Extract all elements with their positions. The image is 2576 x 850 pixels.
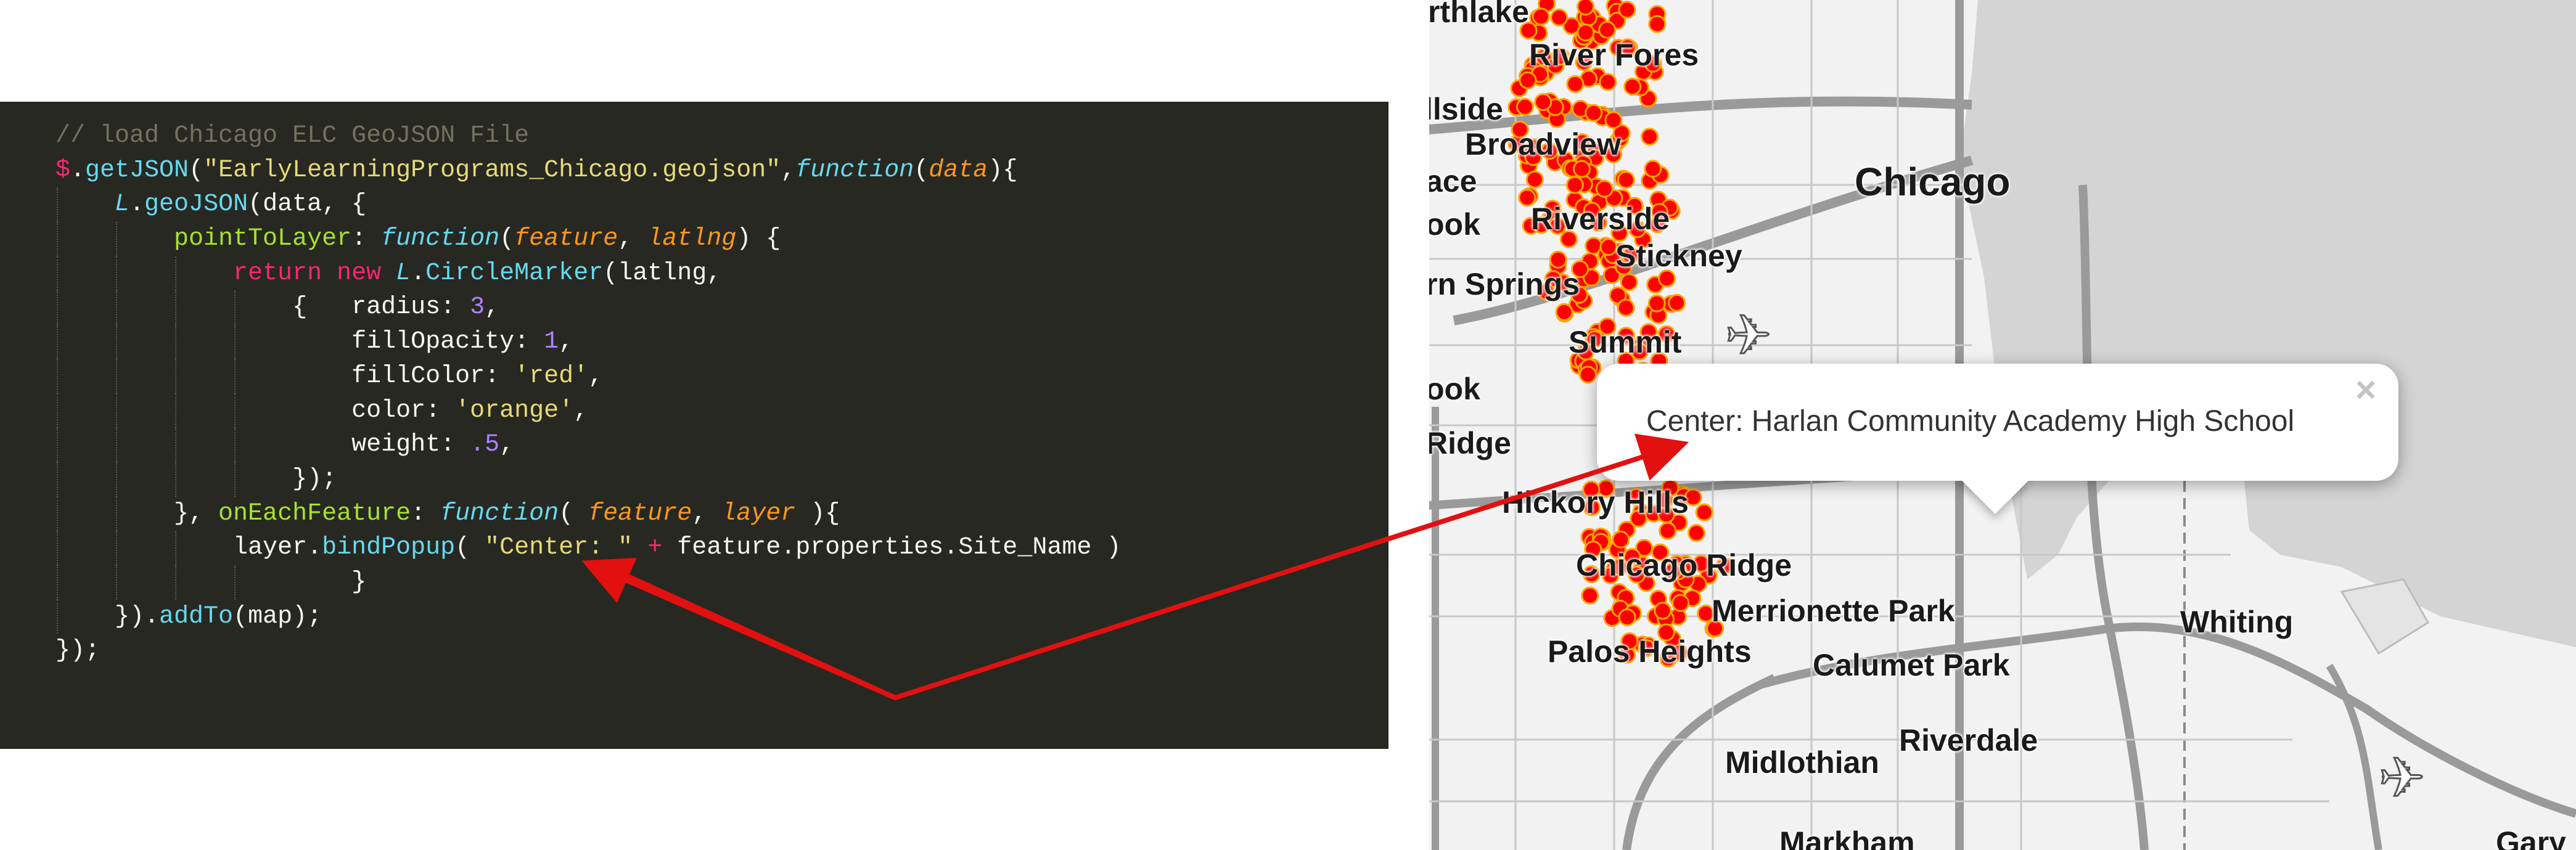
- place-label: Stickney: [1615, 239, 1742, 273]
- code-line-8: fillColor: 'red',: [55, 359, 1388, 394]
- circle-marker[interactable]: [1618, 1, 1636, 19]
- place-label: Calumet Park: [1813, 648, 2010, 682]
- circle-marker[interactable]: [1612, 530, 1630, 549]
- circle-marker[interactable]: [1555, 303, 1573, 321]
- code-line-10: weight: .5,: [55, 428, 1388, 462]
- place-label: Broadview: [1465, 127, 1621, 161]
- place-label: Palos Heights: [1548, 634, 1752, 669]
- circle-marker[interactable]: [1672, 594, 1690, 612]
- place-label: Merrionette Park: [1712, 594, 1955, 628]
- place-label: Markham: [1779, 825, 1915, 850]
- circle-marker[interactable]: [1668, 293, 1686, 312]
- circle-marker[interactable]: [1654, 602, 1672, 620]
- code-line-11: });: [55, 462, 1388, 497]
- circle-marker[interactable]: [1620, 273, 1638, 292]
- place-label: Summit: [1569, 325, 1682, 359]
- circle-marker[interactable]: [1534, 93, 1553, 112]
- code-editor[interactable]: // load Chicago ELC GeoJSON File $.getJS…: [0, 102, 1388, 749]
- circle-marker[interactable]: [1641, 128, 1659, 146]
- circle-marker[interactable]: [1623, 78, 1642, 96]
- circle-marker[interactable]: [1599, 73, 1617, 91]
- code-line-13: layer.bindPopup( "Center: " + feature.pr…: [55, 531, 1388, 565]
- code-line-1: // load Chicago ELC GeoJSON File: [55, 119, 1388, 153]
- circle-marker[interactable]: [1647, 294, 1666, 313]
- place-label: Riverdale: [1899, 723, 2038, 758]
- place-label: ook: [1429, 207, 1480, 242]
- code-line-7: fillOpacity: 1,: [55, 325, 1388, 359]
- place-label: ook: [1429, 372, 1480, 406]
- place-label: Whiting: [2180, 605, 2294, 639]
- place-label: River Fores: [1529, 38, 1699, 72]
- circle-marker[interactable]: [1604, 111, 1623, 129]
- circle-marker[interactable]: [1585, 104, 1603, 122]
- comment: // load Chicago ELC GeoJSON File: [55, 122, 530, 150]
- circle-marker[interactable]: [1648, 15, 1667, 33]
- airplane-icon: ✈: [1724, 303, 1772, 368]
- place-label: Gary: [2496, 825, 2566, 850]
- circle-marker[interactable]: [1519, 71, 1537, 89]
- circle-marker[interactable]: [1525, 170, 1544, 189]
- place-label: Midlothian: [1725, 745, 1879, 780]
- popup-content: Center: Harlan Community Academy High Sc…: [1646, 405, 2295, 438]
- code-line-12: }, onEachFeature: function( feature, lay…: [55, 496, 1388, 531]
- place-label: Hickory Hills: [1502, 485, 1689, 520]
- circle-marker[interactable]: [1549, 250, 1567, 269]
- place-label-chicago: Chicago: [1855, 160, 2011, 204]
- code-line-4: pointToLayer: function(feature, latlng) …: [55, 222, 1388, 256]
- map-popup[interactable]: Center: Harlan Community Academy High Sc…: [1597, 364, 2398, 514]
- circle-marker[interactable]: [1565, 176, 1584, 194]
- place-label: llside: [1429, 92, 1503, 126]
- circle-marker[interactable]: [1618, 608, 1636, 626]
- circle-marker[interactable]: [1595, 179, 1614, 198]
- circle-marker[interactable]: [1550, 8, 1569, 27]
- place-label: rthlake: [1429, 0, 1529, 29]
- circle-marker[interactable]: [1581, 586, 1599, 605]
- circle-marker[interactable]: [1532, 7, 1550, 26]
- code-line-9: color: 'orange',: [55, 393, 1388, 428]
- circle-marker[interactable]: [1617, 171, 1635, 189]
- place-label: rn Springs: [1429, 267, 1580, 301]
- circle-marker[interactable]: [1659, 521, 1677, 540]
- circle-marker[interactable]: [1599, 238, 1618, 256]
- circle-marker[interactable]: [1688, 524, 1705, 542]
- place-label: Ridge: [1429, 426, 1511, 460]
- code-line-14: }: [55, 565, 1388, 600]
- circle-marker[interactable]: [1577, 0, 1595, 16]
- circle-marker[interactable]: [1516, 97, 1534, 116]
- code-line-5: return new L.CircleMarker(latlng,: [55, 256, 1388, 291]
- circle-marker[interactable]: [1644, 160, 1662, 178]
- circle-marker[interactable]: [1617, 298, 1635, 317]
- close-icon[interactable]: ×: [2355, 372, 2376, 408]
- code-line-16: });: [55, 637, 100, 665]
- code-line-6: { radius: 3,: [55, 290, 1388, 325]
- code-line-3: L.geoJSON(data, {: [55, 187, 1388, 223]
- circle-marker[interactable]: [1695, 503, 1713, 521]
- place-label: Chicago Ridge: [1576, 548, 1792, 582]
- circle-marker[interactable]: [1578, 366, 1597, 384]
- code-line-2: $.getJSON("EarlyLearningPrograms_Chicago…: [55, 156, 1018, 184]
- circle-marker[interactable]: [1573, 160, 1591, 178]
- airplane-icon: ✈: [2377, 746, 2426, 811]
- code-line-15: }).addTo(map);: [55, 599, 1388, 634]
- place-label: Riverside: [1531, 202, 1670, 236]
- circle-marker[interactable]: [1566, 75, 1585, 93]
- place-label: ace: [1429, 164, 1477, 198]
- circle-marker[interactable]: [1598, 20, 1617, 39]
